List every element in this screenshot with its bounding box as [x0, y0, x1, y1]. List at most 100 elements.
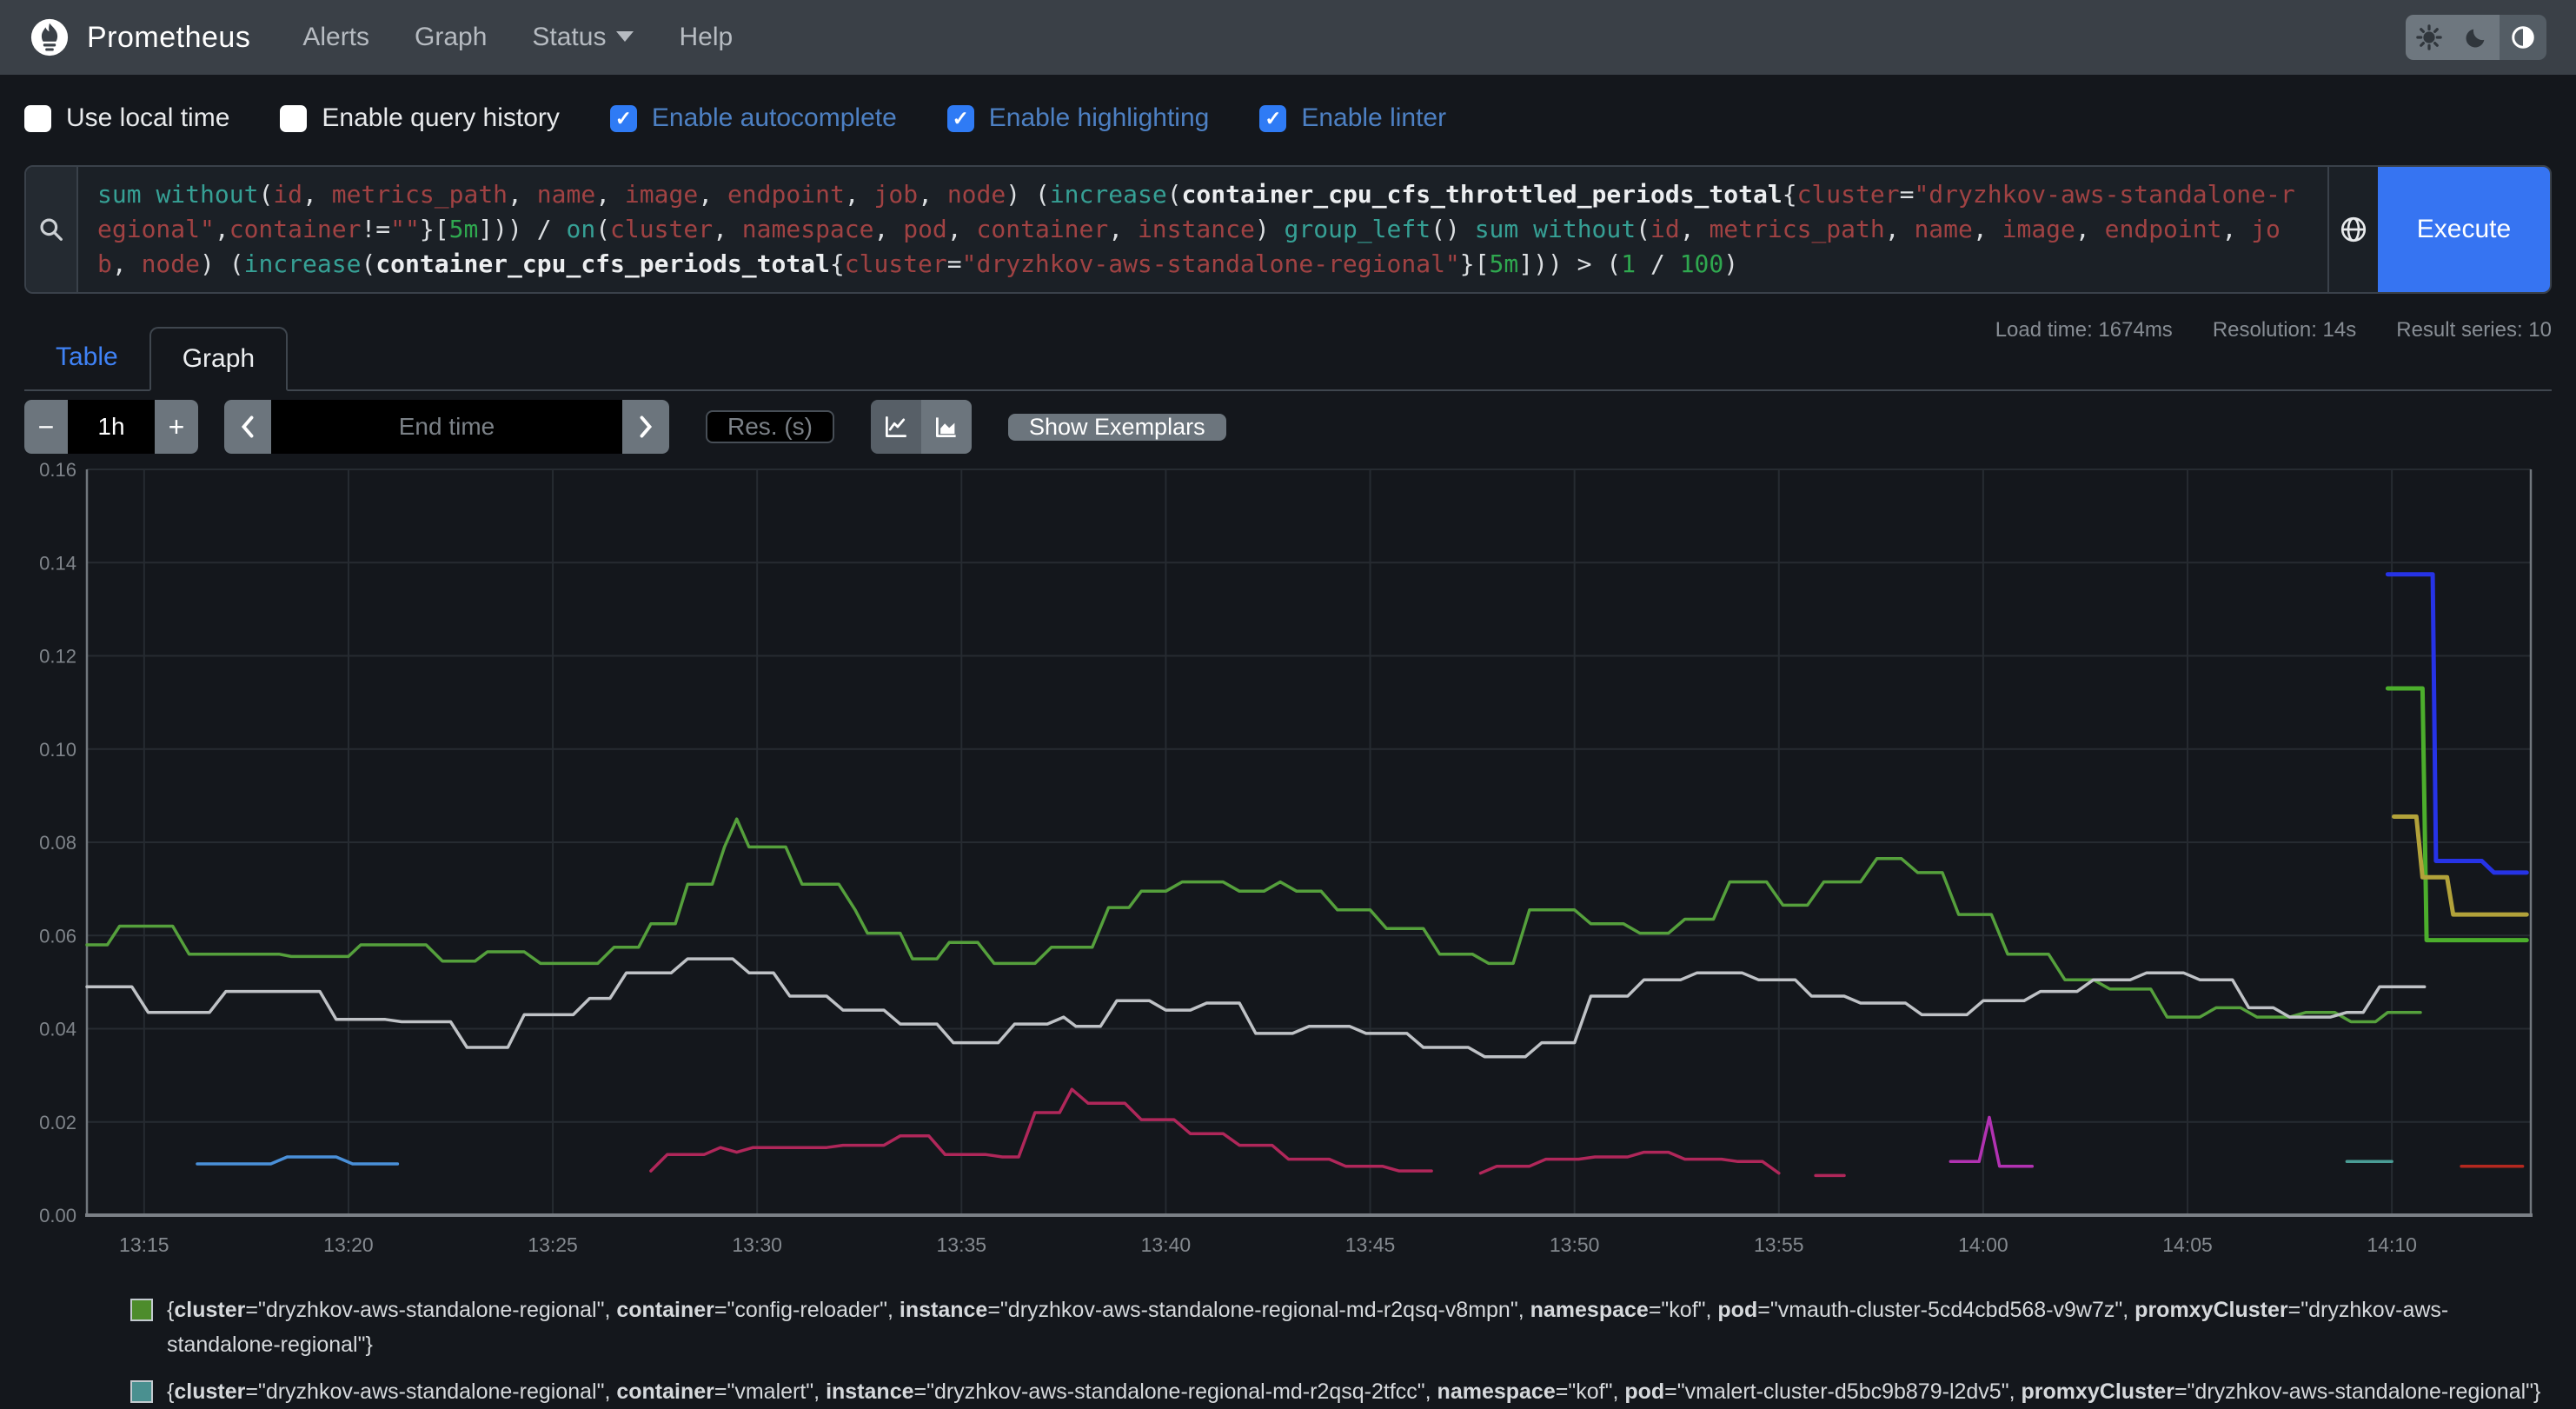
sun-icon [2416, 24, 2442, 50]
y-axis-tick-label: 0.14 [39, 552, 76, 574]
x-axis-tick-label: 14:00 [1958, 1233, 2008, 1256]
x-axis-tick-label: 14:10 [2367, 1233, 2417, 1256]
option-label: Use local time [66, 103, 229, 133]
legend-item[interactable]: {cluster="dryzhkov-aws-standalone-region… [130, 1293, 2552, 1362]
option-enable-autocomplete[interactable]: ✓ Enable autocomplete [610, 103, 897, 133]
metrics-explorer-button[interactable] [2327, 167, 2378, 292]
half-circle-icon [2510, 24, 2536, 50]
y-axis-tick-label: 0.08 [39, 832, 76, 854]
options-bar: Use local time Enable query history ✓ Enabl… [24, 97, 2552, 139]
line-chart-mode-button[interactable] [871, 400, 921, 454]
promql-expression-input[interactable]: sum without(id, metrics_path, name, imag… [78, 167, 2327, 292]
y-axis-tick-label: 0.06 [39, 925, 76, 947]
chevron-right-icon [636, 414, 655, 440]
series-line-bright-green [2387, 688, 2526, 940]
x-axis-tick-label: 13:35 [937, 1233, 987, 1256]
range-increase-button[interactable]: + [155, 400, 198, 454]
nav-item-help[interactable]: Help [679, 23, 733, 52]
series-line-olive [2394, 817, 2527, 915]
range-input[interactable] [68, 400, 155, 454]
tab-table[interactable]: Table [24, 327, 149, 389]
x-axis-tick-label: 13:20 [323, 1233, 374, 1256]
x-axis-tick-label: 14:05 [2162, 1233, 2213, 1256]
chevron-left-icon [238, 414, 257, 440]
y-axis-tick-label: 0.00 [39, 1205, 76, 1226]
nav-item-graph[interactable]: Graph [415, 23, 487, 52]
y-axis-tick-label: 0.12 [39, 646, 76, 668]
checkbox-checked[interactable]: ✓ [1259, 105, 1286, 132]
query-panel: sum without(id, metrics_path, name, imag… [24, 165, 2552, 294]
option-label: Enable query history [322, 103, 560, 133]
query-stats: Load time: 1674ms Resolution: 14s Result… [1995, 318, 2552, 342]
option-label: Enable highlighting [989, 103, 1210, 133]
execute-button[interactable]: Execute [2378, 167, 2550, 292]
globe-icon [2339, 215, 2368, 244]
graph-chart[interactable]: 0.000.020.040.060.080.100.120.140.1613:1… [24, 459, 2552, 1282]
x-axis-tick-label: 13:45 [1345, 1233, 1396, 1256]
option-use-local-time[interactable]: Use local time [24, 103, 229, 133]
auto-theme-button[interactable] [2500, 15, 2546, 60]
app-title: Prometheus [87, 21, 250, 55]
chevron-down-icon [616, 31, 634, 42]
option-enable-highlighting[interactable]: ✓ Enable highlighting [947, 103, 1210, 133]
series-line-gray [87, 959, 2425, 1057]
option-label: Enable linter [1301, 103, 1446, 133]
time-forward-button[interactable] [622, 400, 669, 454]
navbar: Prometheus Alerts Graph Status Help [0, 0, 2576, 75]
x-axis-tick-label: 13:40 [1141, 1233, 1192, 1256]
series-line-crimson [1481, 1153, 1779, 1173]
series-line-blue [2387, 575, 2526, 873]
y-axis-tick-label: 0.04 [39, 1019, 76, 1040]
checkbox-unchecked[interactable] [24, 105, 51, 132]
checkbox-unchecked[interactable] [280, 105, 307, 132]
graph-canvas[interactable]: 0.000.020.040.060.080.100.120.140.1613:1… [24, 459, 2552, 1278]
prometheus-logo-icon [30, 17, 70, 57]
series-legend: {cluster="dryzhkov-aws-standalone-region… [130, 1293, 2552, 1409]
legend-swatch [130, 1380, 153, 1403]
series-line-light-blue [197, 1157, 397, 1164]
stacked-area-chart-icon [933, 414, 959, 440]
option-label: Enable autocomplete [652, 103, 897, 133]
legend-label: {cluster="dryzhkov-aws-standalone-region… [167, 1374, 2540, 1409]
graph-toolbar: − + [24, 400, 2552, 454]
series-line-crimson [651, 1089, 1431, 1171]
option-enable-linter[interactable]: ✓ Enable linter [1259, 103, 1446, 133]
result-series: Result series: 10 [2396, 318, 2552, 342]
dark-theme-button[interactable] [2453, 15, 2500, 60]
checkbox-checked[interactable]: ✓ [947, 105, 974, 132]
search-icon-cell [26, 167, 78, 292]
option-enable-query-history[interactable]: Enable query history [280, 103, 560, 133]
search-icon [37, 216, 65, 243]
resolution: Resolution: 14s [2213, 318, 2356, 342]
tabs-row: TableGraph Load time: 1674ms Resolution:… [24, 315, 2552, 391]
legend-swatch [130, 1299, 153, 1321]
y-axis-tick-label: 0.10 [39, 739, 76, 761]
line-chart-icon [883, 414, 909, 440]
x-axis-tick-label: 13:50 [1550, 1233, 1600, 1256]
panel-tabs: TableGraph [24, 327, 288, 389]
x-axis-tick-label: 13:55 [1754, 1233, 1804, 1256]
range-decrease-button[interactable]: − [24, 400, 68, 454]
light-theme-button[interactable] [2406, 15, 2453, 60]
show-exemplars-button[interactable]: Show Exemplars [1008, 414, 1226, 441]
stacked-chart-mode-button[interactable] [921, 400, 972, 454]
legend-label: {cluster="dryzhkov-aws-standalone-region… [167, 1293, 2552, 1362]
prometheus-brand[interactable]: Prometheus [30, 17, 250, 57]
y-axis-tick-label: 0.16 [39, 459, 76, 481]
legend-item[interactable]: {cluster="dryzhkov-aws-standalone-region… [130, 1374, 2552, 1409]
theme-toggle-group [2406, 15, 2546, 60]
nav-links: Alerts Graph Status Help [302, 23, 2406, 52]
load-time: Load time: 1674ms [1995, 318, 2173, 342]
time-back-button[interactable] [224, 400, 271, 454]
x-axis-tick-label: 13:15 [119, 1233, 169, 1256]
x-axis-tick-label: 13:25 [528, 1233, 578, 1256]
x-axis-tick-label: 13:30 [732, 1233, 782, 1256]
moon-icon [2464, 25, 2488, 50]
checkbox-checked[interactable]: ✓ [610, 105, 637, 132]
resolution-input[interactable] [706, 410, 834, 443]
nav-item-alerts[interactable]: Alerts [302, 23, 369, 52]
end-time-input[interactable] [271, 400, 622, 454]
tab-graph[interactable]: Graph [149, 327, 288, 391]
nav-item-status[interactable]: Status [532, 23, 634, 52]
series-line-magenta [1950, 1117, 2032, 1166]
